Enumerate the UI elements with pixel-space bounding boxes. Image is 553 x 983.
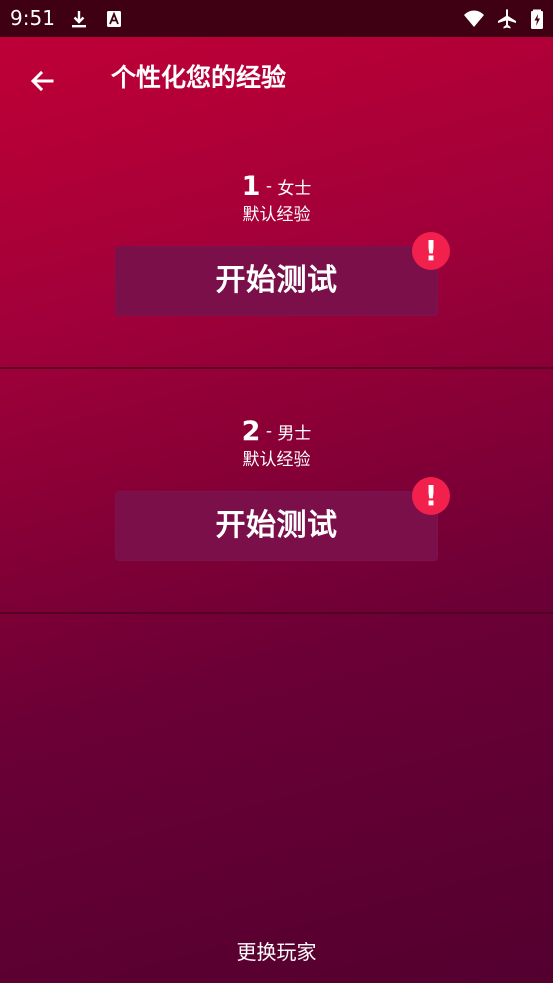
profile-gender: 男士 <box>277 424 312 444</box>
status-time: 9:51 <box>10 6 55 30</box>
profile-card-1: 1 - 女士 默认经验 开始测试 ! <box>0 123 553 368</box>
switch-player-button[interactable]: 更换玩家 <box>0 937 553 967</box>
a-badge-icon <box>107 11 121 27</box>
profile-separator: - <box>260 421 278 442</box>
airplane-icon <box>498 9 516 29</box>
profile-heading: 1 - 女士 <box>0 171 553 202</box>
profile-number: 1 <box>241 171 261 202</box>
alert-text: ! <box>424 479 438 512</box>
start-test-button-label: 开始测试 <box>215 508 338 543</box>
page-title: 个性化您的经验 <box>111 63 287 92</box>
default-experience-label: 默认经验 <box>242 205 311 225</box>
default-experience-label: 默认经验 <box>242 450 311 470</box>
profile-heading: 2 - 男士 <box>0 416 553 447</box>
wifi-icon <box>464 10 484 27</box>
back-button[interactable] <box>20 59 64 103</box>
exclamation-icon: ! <box>412 477 450 515</box>
status-bar: 9:51 <box>0 0 553 37</box>
start-test-button-label: 开始测试 <box>215 263 338 298</box>
arrow-left-icon <box>30 70 54 92</box>
top-app-bar: 个性化您的经验 <box>0 37 553 123</box>
download-icon <box>72 11 86 28</box>
start-test-button[interactable]: 开始测试 <box>115 246 438 316</box>
profile-separator: - <box>260 176 278 197</box>
start-test-button[interactable]: 开始测试 <box>115 491 438 561</box>
exclamation-icon: ! <box>412 232 450 270</box>
profile-card-2: 2 - 男士 默认经验 开始测试 ! <box>0 369 553 614</box>
battery-icon <box>531 9 543 29</box>
alert-text: ! <box>424 234 438 267</box>
profile-number: 2 <box>241 416 261 447</box>
app-screen: 9:51 个性化您的经验 1 - 女士 默认经验 开始测试 ! 2 - 男士 默… <box>0 0 553 983</box>
section-divider <box>0 612 553 614</box>
profile-gender: 女士 <box>277 179 312 199</box>
